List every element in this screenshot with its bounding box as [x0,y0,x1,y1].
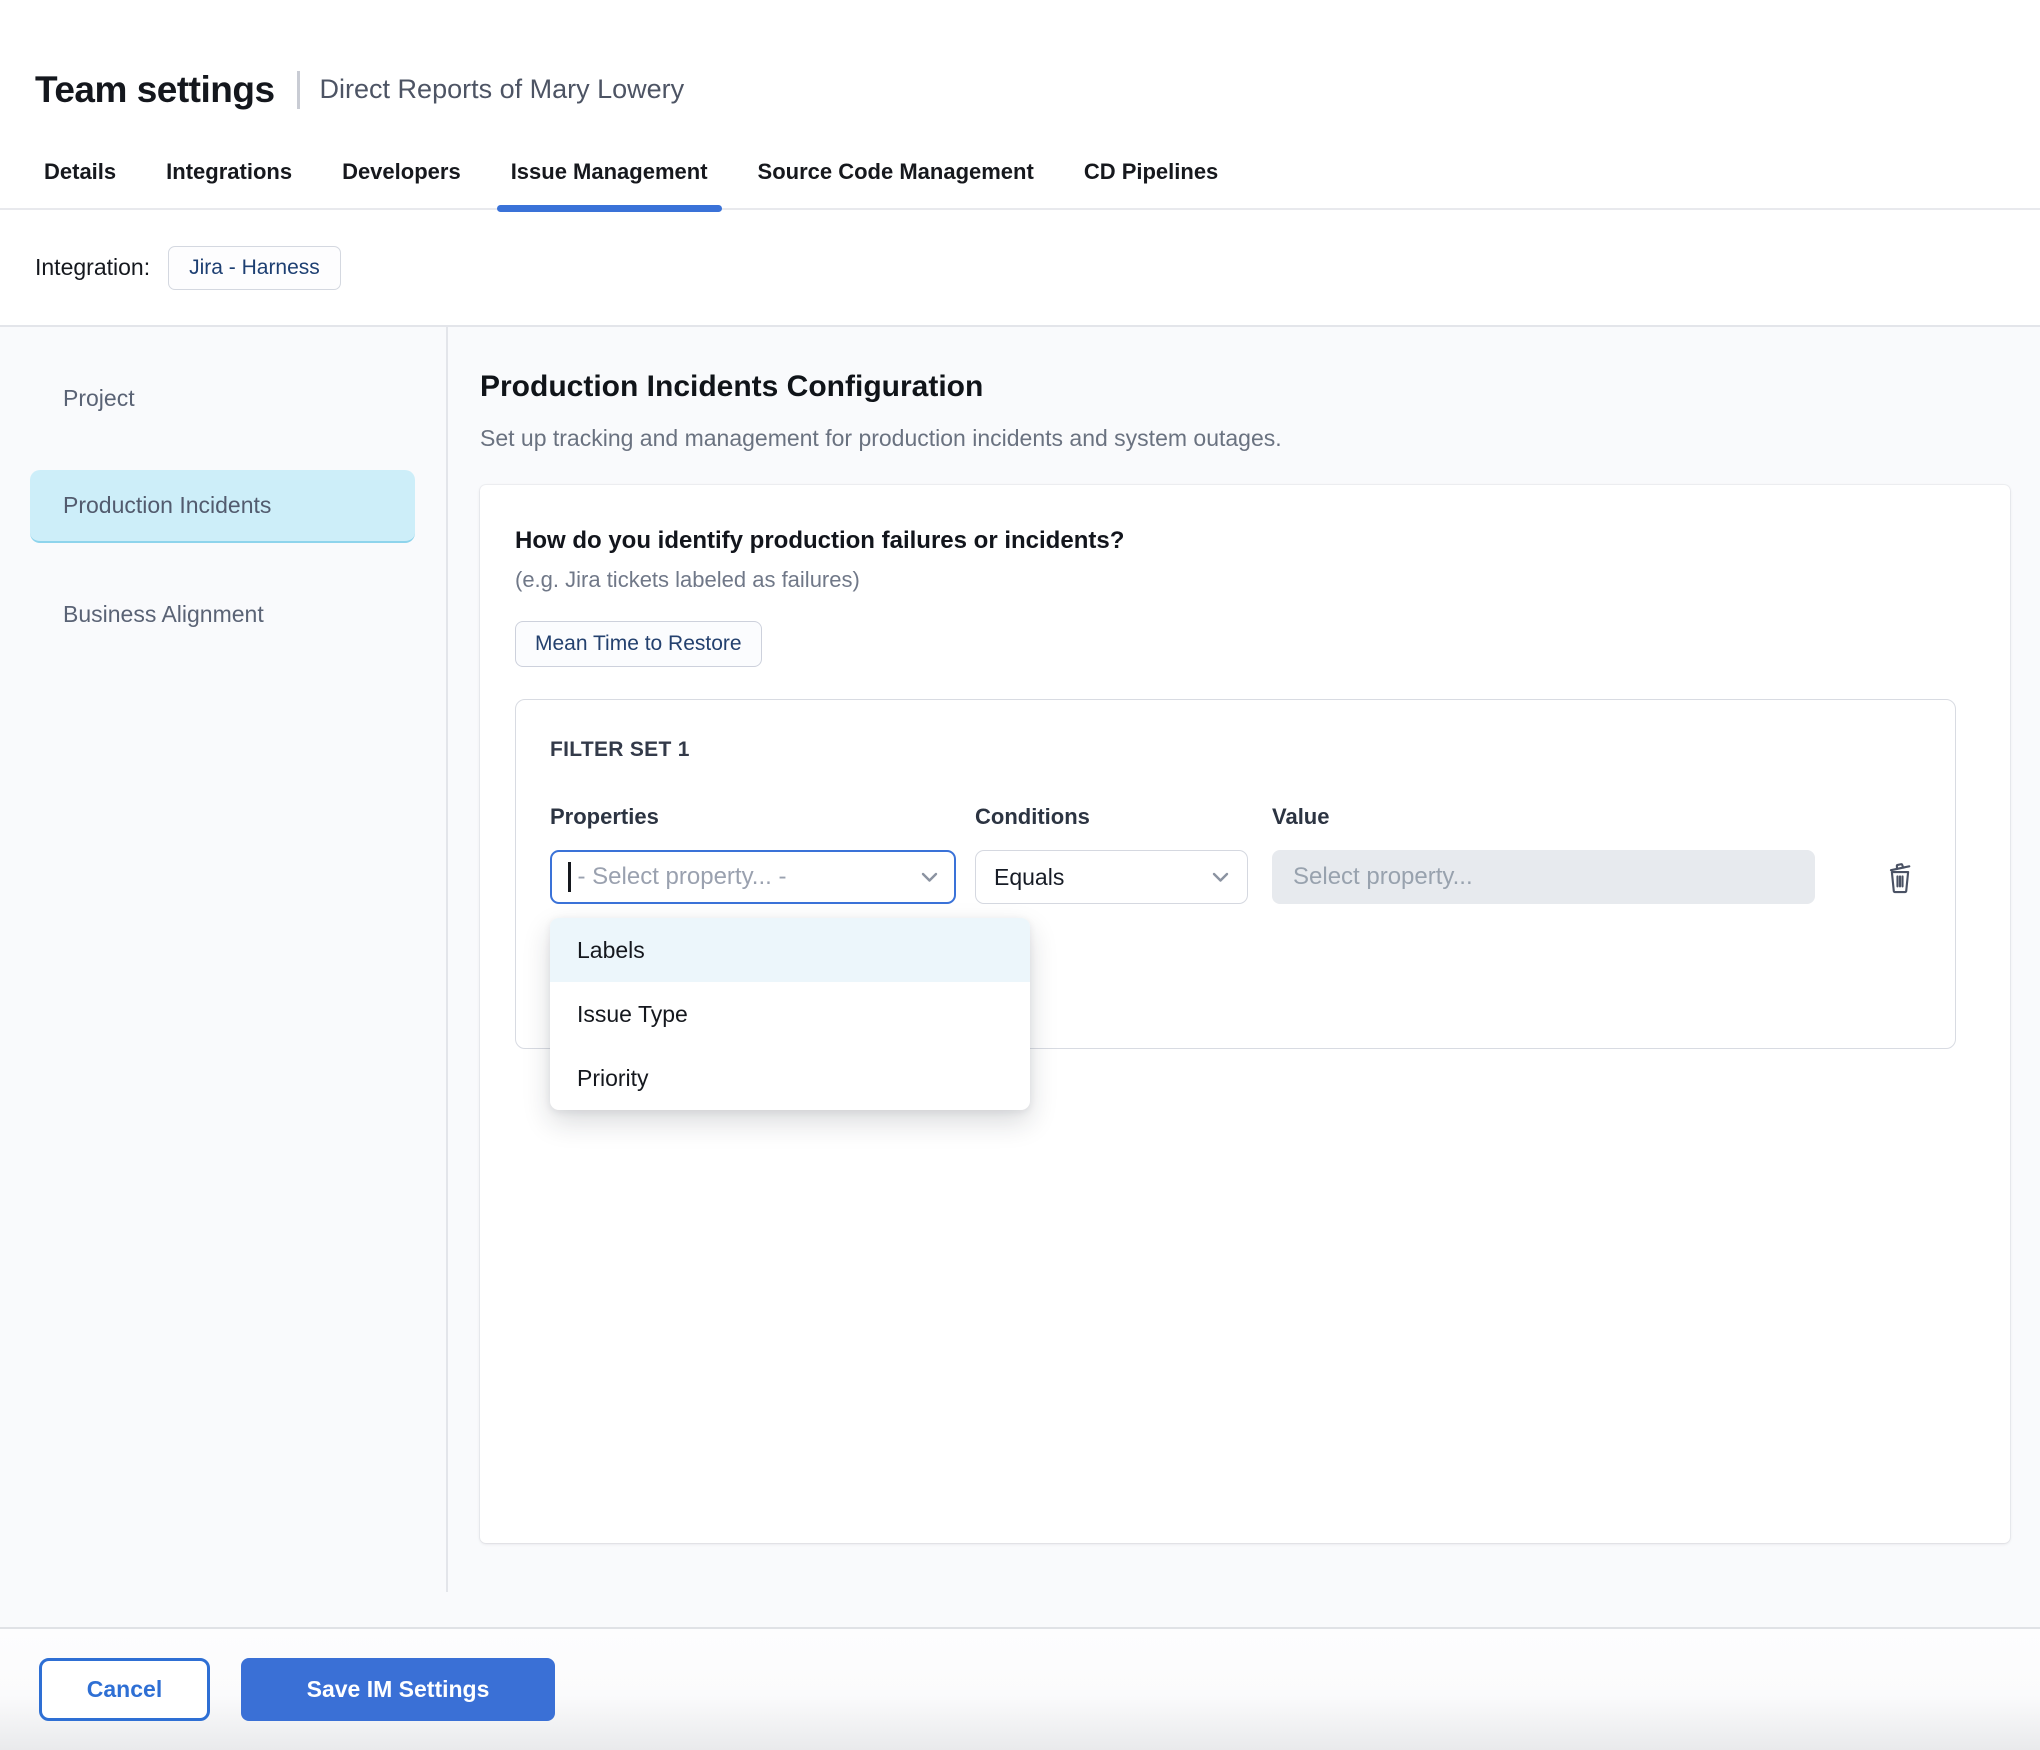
integration-chip-jira-harness[interactable]: Jira - Harness [168,246,341,290]
chevron-down-icon [921,872,938,883]
property-select-placeholder: - Select property... - [578,863,914,891]
title-divider [297,71,300,109]
property-select-wrapper: - Select property... - Labels Issue Type… [550,850,956,904]
filter-row: - Select property... - Labels Issue Type… [550,850,1921,904]
identify-failures-hint: (e.g. Jira tickets labeled as failures) [515,567,1975,593]
footer-actions: Cancel Save IM Settings [0,1627,2040,1750]
section-subtitle: Set up tracking and management for produ… [480,425,2010,452]
tab-cd-pipelines[interactable]: CD Pipelines [1084,135,1218,208]
integration-row: Integration: Jira - Harness [0,210,2040,327]
sidebar-item-business-alignment[interactable]: Business Alignment [30,578,415,651]
tab-issue-management[interactable]: Issue Management [511,135,708,208]
value-input[interactable]: Select property... [1272,850,1815,904]
save-im-settings-button[interactable]: Save IM Settings [241,1658,555,1721]
condition-select[interactable]: Equals [975,850,1248,904]
section-title: Production Incidents Configuration [480,370,2010,404]
integration-label: Integration: [35,254,150,281]
tab-developers[interactable]: Developers [342,135,461,208]
incidents-config-card: How do you identify production failures … [480,485,2010,1543]
sidebar-item-project[interactable]: Project [30,362,415,435]
team-name-subtitle: Direct Reports of Mary Lowery [320,74,685,105]
mean-time-to-restore-chip[interactable]: Mean Time to Restore [515,621,762,667]
tab-details[interactable]: Details [44,135,116,208]
sidebar-item-production-incidents[interactable]: Production Incidents [30,470,415,543]
cancel-button[interactable]: Cancel [39,1658,210,1721]
text-cursor [568,862,571,892]
value-input-wrapper: Select property... [1272,850,1815,904]
filter-set-title: FILTER SET 1 [550,738,1921,762]
properties-column-header: Properties [550,804,956,830]
filter-column-headers: Properties Conditions Value [550,804,1921,830]
option-labels[interactable]: Labels [550,918,1030,982]
trash-icon [1885,860,1915,894]
value-column-header: Value [1272,804,1815,830]
tab-source-code-management[interactable]: Source Code Management [758,135,1034,208]
filter-set-box: FILTER SET 1 Properties Conditions Value… [515,699,1956,1049]
property-select[interactable]: - Select property... - [550,850,956,904]
main-panel: Production Incidents Configuration Set u… [448,327,2040,1627]
page-title: Team settings [35,69,275,111]
content-area: Project Production Incidents Business Al… [0,327,2040,1627]
chevron-down-icon [1212,872,1229,883]
condition-select-wrapper: Equals [975,850,1248,904]
option-issue-type[interactable]: Issue Type [550,982,1030,1046]
tab-integrations[interactable]: Integrations [166,135,292,208]
identify-failures-question: How do you identify production failures … [515,527,1975,555]
page-header: Team settings Direct Reports of Mary Low… [0,0,2040,135]
condition-select-value: Equals [994,864,1204,891]
delete-filter-button[interactable] [1885,860,1915,894]
settings-tabbar: Details Integrations Developers Issue Ma… [0,135,2040,210]
property-options-menu: Labels Issue Type Priority [550,918,1030,1110]
conditions-column-header: Conditions [975,804,1248,830]
settings-sidebar: Project Production Incidents Business Al… [0,327,448,1627]
option-priority[interactable]: Priority [550,1046,1030,1110]
